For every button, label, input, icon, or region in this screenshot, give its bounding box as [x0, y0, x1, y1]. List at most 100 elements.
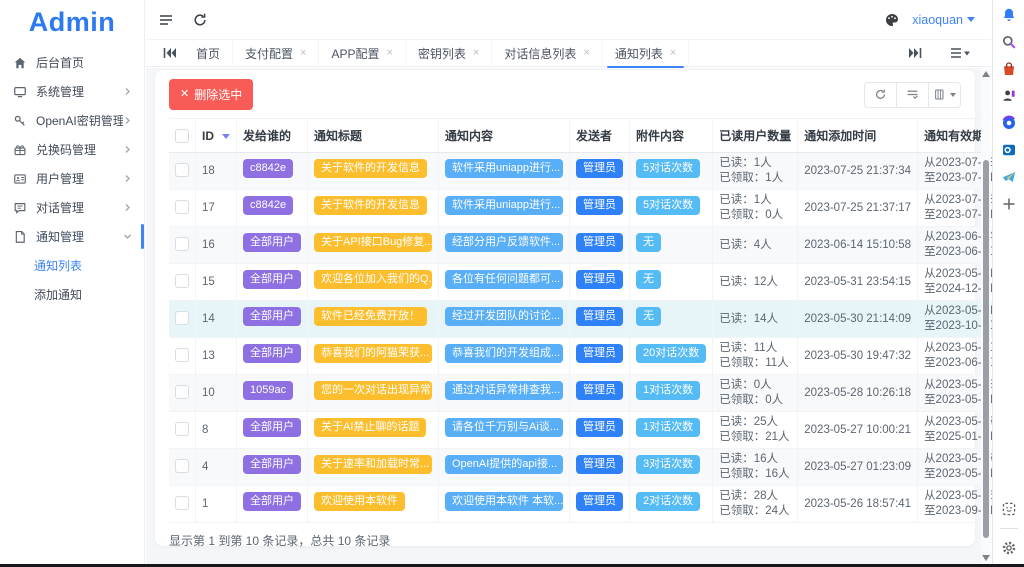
- row-checkbox[interactable]: [175, 496, 189, 510]
- user-menu[interactable]: xiaoquan: [912, 13, 975, 27]
- column-header-2[interactable]: 通知标题: [308, 119, 439, 153]
- delete-selected-label: 删除选中: [194, 86, 242, 103]
- row-checkbox[interactable]: [175, 459, 189, 473]
- column-header-0[interactable]: ID: [196, 119, 237, 153]
- tab-0[interactable]: 首页: [184, 40, 233, 67]
- cell-attachment: 3对话次数: [630, 449, 713, 486]
- column-header-5[interactable]: 附件内容: [630, 119, 713, 153]
- web-capture-icon[interactable]: [1001, 501, 1017, 517]
- row-checkbox[interactable]: [175, 385, 189, 399]
- shopping-icon[interactable]: [1001, 61, 1017, 77]
- settings-gear-icon[interactable]: [1001, 540, 1017, 556]
- select-all-checkbox[interactable]: [175, 129, 189, 143]
- theme-palette-icon[interactable]: [884, 12, 900, 28]
- sidebar-item-label: 用户管理: [36, 170, 84, 187]
- telegram-icon[interactable]: [1001, 169, 1017, 185]
- sidebar-item-5[interactable]: 对话管理: [0, 193, 144, 222]
- table-row[interactable]: 13全部用户恭喜我们的阿猫荣获...恭喜我们的开发组成...管理员20对话次数已…: [169, 338, 1024, 375]
- row-checkbox[interactable]: [175, 237, 189, 251]
- sidebar-item-4[interactable]: 用户管理: [0, 164, 144, 193]
- table-refresh-button[interactable]: [864, 82, 897, 108]
- table-row[interactable]: 8全部用户关于AI禁止聊的话题请各位千万别与Ai谈...管理员1对话次数已读：2…: [169, 412, 1024, 449]
- tab-3[interactable]: 密钥列表×: [406, 40, 492, 67]
- tab-menu-icon[interactable]: [949, 46, 971, 60]
- cell-title: 关于软件的开发信息: [308, 190, 439, 227]
- read-count-line: 已领取：1人: [719, 171, 791, 186]
- sort-caret-icon[interactable]: [222, 134, 230, 139]
- scrollbar-down-arrow[interactable]: [982, 555, 990, 561]
- cell-content: 恭喜我们的开发组成...: [439, 338, 570, 375]
- read-count-line: 已读：4人: [719, 238, 791, 253]
- scroll-tabs-start-icon[interactable]: [162, 46, 178, 60]
- cell-attachment: 2对话次数: [630, 486, 713, 523]
- table-row[interactable]: 1全部用户欢迎使用本软件欢迎使用本软件 本软...管理员2对话次数已读：28人已…: [169, 486, 1024, 523]
- sidebar-item-6[interactable]: 通知管理: [0, 222, 144, 251]
- tabbar: 首页支付配置×APP配置×密钥列表×对话信息列表×通知列表×: [146, 40, 991, 67]
- row-checkbox[interactable]: [175, 311, 189, 325]
- sidebar-item-3[interactable]: 兑换码管理: [0, 135, 144, 164]
- sidebar-item-2[interactable]: OpenAI密钥管理: [0, 106, 144, 135]
- bell-icon[interactable]: [1001, 7, 1017, 23]
- table-row[interactable]: 4全部用户关于速率和加载时常...OpenAI提供的api接...管理员3对话次…: [169, 449, 1024, 486]
- delete-selected-button[interactable]: ✕ 删除选中: [169, 79, 253, 110]
- recipient-badge: c8842e: [243, 159, 293, 178]
- close-icon[interactable]: ×: [473, 48, 479, 59]
- column-header-3[interactable]: 通知内容: [439, 119, 570, 153]
- tab-5[interactable]: 通知列表×: [603, 40, 689, 67]
- table-row[interactable]: 16全部用户关于API接口Bug修复...经部分用户反馈软件...管理员无已读：…: [169, 227, 1024, 264]
- tab-2[interactable]: APP配置×: [319, 40, 405, 67]
- sidebar-item-0[interactable]: 后台首页: [0, 48, 144, 77]
- sidebar-subitem-1[interactable]: 添加通知: [0, 280, 144, 309]
- close-icon[interactable]: ×: [583, 48, 589, 59]
- table-row[interactable]: 15全部用户欢迎各位加入我们的Q...各位有任何问题都可...管理员无已读：12…: [169, 264, 1024, 301]
- cell-title: 关于软件的开发信息: [308, 153, 439, 190]
- cell-recipient: c8842e: [237, 153, 308, 190]
- close-icon[interactable]: ×: [386, 48, 392, 59]
- cell-id: 13: [196, 338, 237, 375]
- hamburger-icon[interactable]: [158, 12, 174, 28]
- search-icon[interactable]: [1001, 34, 1017, 50]
- scrollbar-up-arrow[interactable]: [982, 71, 990, 77]
- row-checkbox[interactable]: [175, 274, 189, 288]
- toggle-view-button[interactable]: [896, 82, 929, 108]
- scroll-tabs-end-icon[interactable]: [907, 46, 923, 60]
- cell-content: 各位有任何问题都可...: [439, 264, 570, 301]
- title-badge: 关于软件的开发信息: [314, 159, 427, 178]
- outlook-icon[interactable]: [1001, 142, 1017, 158]
- title-badge: 您的一次对话出现异常: [314, 381, 432, 400]
- row-checkbox[interactable]: [175, 200, 189, 214]
- add-icon[interactable]: [1001, 196, 1017, 212]
- close-icon[interactable]: ×: [670, 48, 676, 59]
- scrollbar-thumb[interactable]: [983, 160, 989, 538]
- row-checkbox[interactable]: [175, 422, 189, 436]
- read-count-line: 已领取：16人: [719, 467, 791, 482]
- sidebar-item-1[interactable]: 系统管理: [0, 77, 144, 106]
- table-header: ID发给谁的通知标题通知内容发送者附件内容已读用户数量通知添加时间通知有效期接口…: [169, 119, 1024, 153]
- row-checkbox[interactable]: [175, 163, 189, 177]
- title-badge: 关于速率和加载时常...: [314, 455, 432, 474]
- tab-1[interactable]: 支付配置×: [233, 40, 319, 67]
- table-row[interactable]: 101059ac您的一次对话出现异常通过对话异常排查我...管理员1对话次数已读…: [169, 375, 1024, 412]
- row-select-cell: [169, 375, 196, 412]
- copilot-icon[interactable]: [1001, 115, 1017, 131]
- monitor-icon: [13, 85, 27, 99]
- columns-button[interactable]: [928, 82, 961, 108]
- refresh-icon[interactable]: [192, 12, 208, 28]
- table-row[interactable]: 17c8842e关于软件的开发信息软件采用uniapp进行...管理员5对话次数…: [169, 190, 1024, 227]
- page-scrollbar[interactable]: [981, 68, 991, 564]
- tab-4[interactable]: 对话信息列表×: [492, 40, 602, 67]
- column-header-4[interactable]: 发送者: [570, 119, 630, 153]
- column-header-7[interactable]: 通知添加时间: [798, 119, 918, 153]
- chevron-right-icon: [123, 87, 132, 96]
- row-checkbox[interactable]: [175, 348, 189, 362]
- column-header-1[interactable]: 发给谁的: [237, 119, 308, 153]
- table-row[interactable]: 14全部用户软件已经免费开放！经过开发团队的讨论...管理员无已读：14人202…: [169, 301, 1024, 338]
- chevron-right-icon: [123, 203, 132, 212]
- profile-icon[interactable]: [1001, 88, 1017, 104]
- recipient-badge: 全部用户: [243, 307, 301, 326]
- read-count-line: 已读：1人: [719, 156, 791, 171]
- sidebar-subitem-0[interactable]: 通知列表: [0, 251, 144, 280]
- close-icon[interactable]: ×: [300, 48, 306, 59]
- column-header-6[interactable]: 已读用户数量: [713, 119, 798, 153]
- table-row[interactable]: 18c8842e关于软件的开发信息软件采用uniapp进行...管理员5对话次数…: [169, 153, 1024, 190]
